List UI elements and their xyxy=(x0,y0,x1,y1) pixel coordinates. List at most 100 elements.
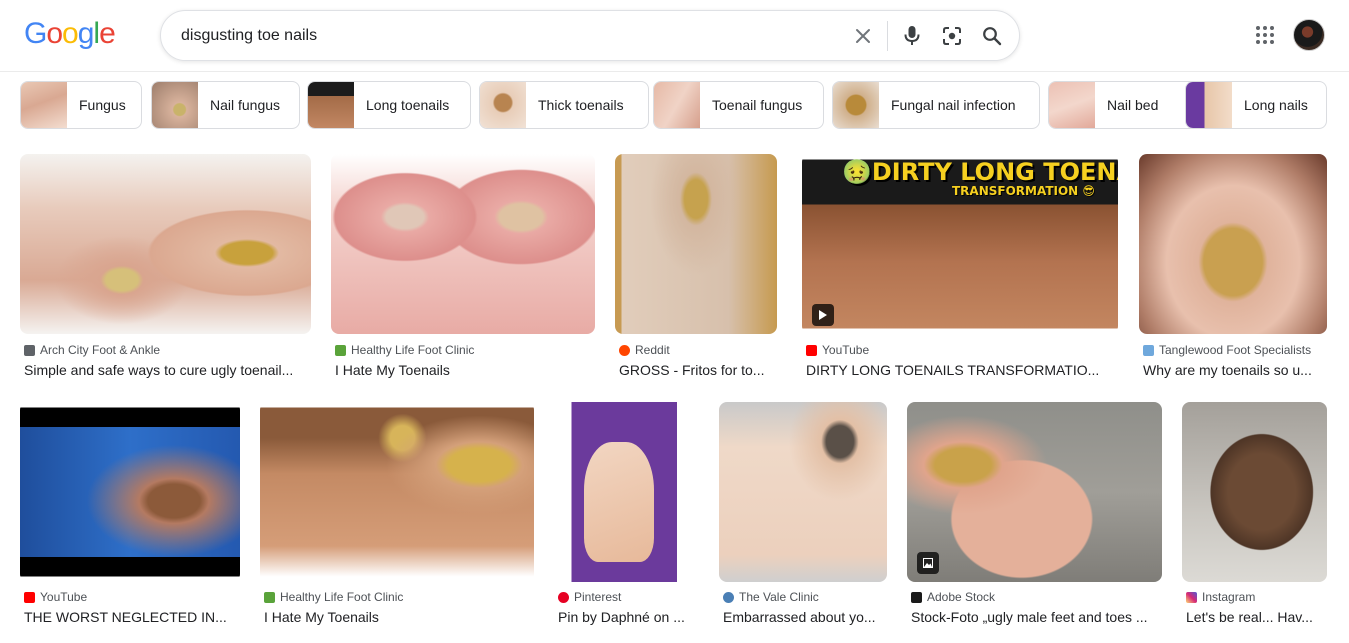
chip-label: Fungal nail infection xyxy=(891,97,1016,113)
result-source[interactable]: Healthy Life Foot Clinic xyxy=(335,343,474,357)
result-source[interactable]: Reddit xyxy=(619,343,670,357)
result-title[interactable]: Why are my toenails so u... xyxy=(1143,362,1323,378)
result-source[interactable]: Instagram xyxy=(1186,590,1255,604)
chip-thumbnail xyxy=(21,82,67,128)
close-icon[interactable] xyxy=(850,23,876,49)
result-title[interactable]: I Hate My Toenails xyxy=(335,362,591,378)
chip-long-nails[interactable]: Long nails xyxy=(1185,81,1327,129)
chip-label: Long nails xyxy=(1244,97,1308,113)
source-name: YouTube xyxy=(40,590,88,604)
chip-label: Thick toenails xyxy=(538,97,624,113)
result-source[interactable]: Pinterest xyxy=(558,590,621,604)
chip-fungus[interactable]: Fungus xyxy=(20,81,142,129)
result-source[interactable]: The Vale Clinic xyxy=(723,590,819,604)
result-thumbnail[interactable] xyxy=(554,402,699,582)
source-name: Arch City Foot & Ankle xyxy=(40,343,161,357)
thumbnail-banner-title: 🤢DIRTY LONG TOENAILS xyxy=(842,158,1118,186)
result-thumbnail[interactable] xyxy=(719,402,887,582)
image-result[interactable]: Arch City Foot & Ankle Simple and safe w… xyxy=(20,154,311,384)
source-name: The Vale Clinic xyxy=(739,590,819,604)
chip-fungal-nail-infection[interactable]: Fungal nail infection xyxy=(832,81,1040,129)
search-input[interactable] xyxy=(181,11,821,60)
result-thumbnail[interactable] xyxy=(1182,402,1327,582)
source-name: Reddit xyxy=(635,343,670,357)
chip-long-toenails[interactable]: Long toenails xyxy=(307,81,471,129)
search-divider xyxy=(887,21,888,51)
result-source[interactable]: Healthy Life Foot Clinic xyxy=(264,590,403,604)
source-name: Tanglewood Foot Specialists xyxy=(1159,343,1312,357)
source-name: Healthy Life Foot Clinic xyxy=(351,343,475,357)
result-title[interactable]: DIRTY LONG TOENAILS TRANSFORMATIO... xyxy=(806,362,1114,378)
result-thumbnail[interactable] xyxy=(907,402,1162,582)
image-result[interactable]: 🤢DIRTY LONG TOENAILS TRANSFORMATION 😎 Yo… xyxy=(802,154,1118,384)
result-source[interactable]: YouTube xyxy=(24,590,87,604)
image-result[interactable]: The Vale Clinic Embarrassed about yo... xyxy=(719,402,887,634)
result-source[interactable]: Adobe Stock xyxy=(911,590,995,604)
site-favicon xyxy=(1143,344,1154,356)
result-thumbnail[interactable] xyxy=(20,402,240,582)
chip-thumbnail xyxy=(833,82,879,128)
logo-letter: e xyxy=(99,17,116,50)
result-thumbnail[interactable] xyxy=(260,402,534,582)
chip-thick-toenails[interactable]: Thick toenails xyxy=(479,81,649,129)
google-logo[interactable]: Google xyxy=(24,17,116,51)
result-thumbnail[interactable] xyxy=(1139,154,1327,334)
image-result[interactable]: Healthy Life Foot Clinic I Hate My Toena… xyxy=(260,402,534,634)
image-result[interactable]: Reddit GROSS - Fritos for to... xyxy=(615,154,777,384)
result-title[interactable]: Simple and safe ways to cure ugly toenai… xyxy=(24,362,307,378)
result-thumbnail[interactable] xyxy=(20,154,311,334)
chip-toenail-fungus[interactable]: Toenail fungus xyxy=(653,81,824,129)
source-name: Adobe Stock xyxy=(927,590,996,604)
site-favicon xyxy=(619,344,630,356)
result-title[interactable]: THE WORST NEGLECTED IN... xyxy=(24,609,236,625)
source-name: YouTube xyxy=(822,343,870,357)
chip-thumbnail xyxy=(480,82,526,128)
avatar[interactable] xyxy=(1293,19,1325,51)
image-result[interactable]: Instagram Let's be real... Hav... xyxy=(1182,402,1327,634)
site-favicon xyxy=(911,591,922,603)
top-bar: Google xyxy=(0,0,1349,72)
image-result[interactable]: Tanglewood Foot Specialists Why are my t… xyxy=(1139,154,1327,384)
chip-label: Nail fungus xyxy=(210,97,281,113)
logo-letter: G xyxy=(24,17,47,50)
camera-lens-icon[interactable] xyxy=(939,23,965,49)
search-icon[interactable] xyxy=(979,23,1005,49)
image-result[interactable]: Adobe Stock Stock-Foto „ugly male feet a… xyxy=(907,402,1162,634)
result-title[interactable]: I Hate My Toenails xyxy=(264,609,530,625)
chip-thumbnail xyxy=(1186,82,1232,128)
result-title[interactable]: Embarrassed about yo... xyxy=(723,609,883,625)
logo-letter: o xyxy=(62,17,79,50)
chip-label: Nail bed xyxy=(1107,97,1159,113)
chip-thumbnail xyxy=(654,82,700,128)
image-result[interactable]: YouTube THE WORST NEGLECTED IN... xyxy=(20,402,240,634)
chip-label: Toenail fungus xyxy=(712,97,803,113)
image-result[interactable]: Pinterest Pin by Daphné on ... xyxy=(554,402,699,634)
source-name: Pinterest xyxy=(574,590,622,604)
result-title[interactable]: Pin by Daphné on ... xyxy=(558,609,695,625)
youtube-icon xyxy=(806,344,817,356)
chip-nail-fungus[interactable]: Nail fungus xyxy=(151,81,300,129)
chip-thumbnail xyxy=(152,82,198,128)
result-title[interactable]: Let's be real... Hav... xyxy=(1186,609,1323,625)
apps-grid-icon[interactable] xyxy=(1253,23,1277,47)
result-title[interactable]: Stock-Foto „ugly male feet and toes ... xyxy=(911,609,1158,625)
result-thumbnail[interactable] xyxy=(331,154,595,334)
logo-letter: g xyxy=(77,17,95,50)
result-thumbnail[interactable]: 🤢DIRTY LONG TOENAILS TRANSFORMATION 😎 xyxy=(802,154,1118,334)
chip-label: Long toenails xyxy=(366,97,450,113)
result-source[interactable]: Tanglewood Foot Specialists xyxy=(1143,343,1311,357)
play-icon xyxy=(812,304,834,326)
site-favicon xyxy=(24,344,35,356)
image-result[interactable]: Healthy Life Foot Clinic I Hate My Toena… xyxy=(331,154,595,384)
thumbnail-banner-subtitle: TRANSFORMATION 😎 xyxy=(952,184,1095,198)
result-source[interactable]: Arch City Foot & Ankle xyxy=(24,343,160,357)
result-thumbnail[interactable] xyxy=(615,154,777,334)
microphone-icon[interactable] xyxy=(899,23,925,49)
result-title[interactable]: GROSS - Fritos for to... xyxy=(619,362,773,378)
site-favicon xyxy=(264,591,275,603)
result-source[interactable]: YouTube xyxy=(806,343,869,357)
site-favicon xyxy=(723,591,734,603)
chip-nail-bed[interactable]: Nail bed xyxy=(1048,81,1197,129)
source-name: Instagram xyxy=(1202,590,1256,604)
image-badge-icon xyxy=(917,552,939,574)
